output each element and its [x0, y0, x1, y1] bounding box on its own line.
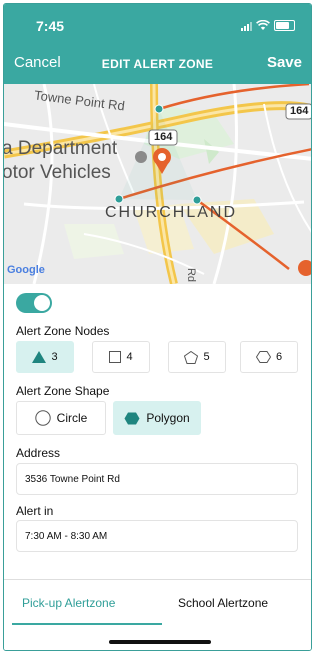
page-title: EDIT ALERT ZONE — [101, 57, 214, 71]
node-count: 6 — [275, 351, 283, 363]
node-option-3[interactable]: 3 — [16, 341, 74, 373]
tab-school-alertzone[interactable]: School Alertzone — [178, 596, 268, 610]
square-icon — [109, 351, 122, 363]
node-count: 3 — [51, 351, 58, 363]
system-icons — [241, 20, 295, 31]
shape-label-circle: Circle — [56, 411, 88, 425]
node-count: 4 — [126, 351, 133, 363]
alert-in-label: Alert in — [16, 504, 54, 518]
shape-option-polygon[interactable]: Polygon — [113, 401, 201, 435]
map-view[interactable]: Towne Point Rd a Department otor Vehicle… — [4, 84, 311, 284]
address-label: Address — [16, 446, 61, 460]
shape-label: Alert Zone Shape — [16, 384, 110, 398]
nodes-label: Alert Zone Nodes — [16, 324, 110, 338]
hexagon-icon — [124, 412, 140, 424]
map-label-rd: Rd — [185, 267, 198, 283]
shape-label-polygon: Polygon — [146, 411, 190, 425]
circle-icon — [34, 410, 51, 426]
map-label-churchland: CHURCHLAND — [105, 204, 238, 221]
address-field[interactable]: 3536 Towne Point Rd — [16, 463, 298, 495]
route-164-shield: 164 — [154, 131, 173, 143]
home-indicator[interactable] — [109, 640, 211, 644]
map-label-department: a Department — [4, 138, 118, 159]
toggle-knob — [34, 295, 50, 311]
phone-screen: 7:45 Cancel EDIT ALERT ZONE Save Towne P… — [3, 3, 312, 651]
hexagon-icon — [255, 351, 271, 363]
save-button[interactable]: Save — [267, 54, 302, 71]
map-label-motor-vehicles: otor Vehicles — [4, 162, 111, 183]
node-option-4[interactable]: 4 — [92, 341, 150, 373]
signal-icon — [241, 21, 252, 31]
tab-bar: Pick-up Alertzone School Alertzone — [4, 579, 311, 627]
triangle-icon — [32, 351, 47, 363]
header-bar: 7:45 Cancel EDIT ALERT ZONE Save — [4, 4, 311, 84]
address-value: 3536 Towne Point Rd — [25, 473, 120, 485]
alert-in-value: 7:30 AM - 8:30 AM — [25, 530, 108, 542]
route-164-shield: 164 — [290, 105, 309, 117]
tab-pickup-alertzone[interactable]: Pick-up Alertzone — [22, 596, 115, 610]
node-count: 5 — [203, 351, 210, 363]
active-tab-indicator — [12, 623, 162, 625]
node-option-5[interactable]: 5 — [168, 341, 226, 373]
status-bar: 7:45 — [4, 4, 311, 44]
pentagon-icon — [184, 350, 199, 364]
battery-icon — [274, 20, 295, 31]
alert-zone-toggle[interactable] — [16, 293, 52, 313]
alert-in-field[interactable]: 7:30 AM - 8:30 AM — [16, 520, 298, 552]
map-graphics — [4, 84, 311, 284]
node-option-6[interactable]: 6 — [240, 341, 298, 373]
wifi-icon — [256, 20, 270, 30]
status-time: 7:45 — [36, 18, 65, 34]
google-logo: Google — [7, 264, 45, 276]
shape-option-circle[interactable]: Circle — [16, 401, 106, 435]
